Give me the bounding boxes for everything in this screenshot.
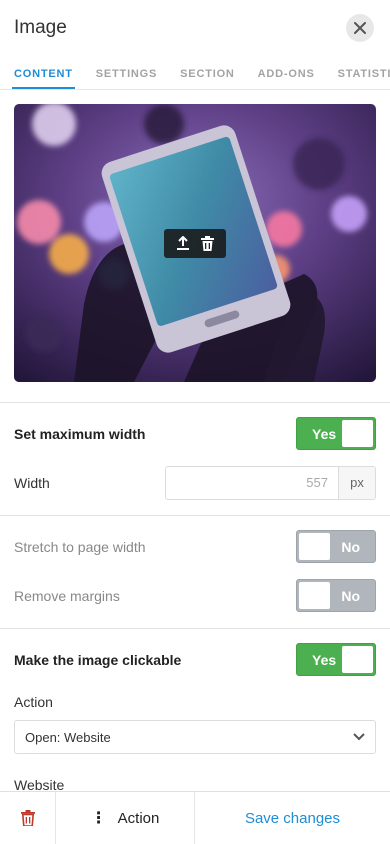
toggle-label: No	[341, 588, 360, 604]
clickable-row: Make the image clickable Yes	[14, 643, 376, 676]
margins-toggle[interactable]: No	[296, 579, 376, 612]
action-select[interactable]: Open: Website	[14, 720, 376, 754]
toggle-label: Yes	[312, 652, 337, 668]
toggle-label: Yes	[312, 426, 337, 442]
save-button[interactable]: Save changes	[195, 792, 390, 844]
upload-icon[interactable]	[176, 236, 190, 251]
toggle-knob	[299, 533, 330, 560]
tab-bar: CONTENT SETTINGS SECTION ADD-ONS STATIST…	[0, 56, 390, 90]
stretch-label: Stretch to page width	[14, 538, 146, 555]
toggle-knob	[342, 420, 373, 447]
max-width-label: Set maximum width	[14, 425, 146, 442]
action-label: Action	[14, 694, 53, 710]
chevron-down-icon	[353, 733, 365, 741]
toggle-knob	[342, 646, 373, 673]
close-button[interactable]	[346, 14, 374, 42]
image-toolbar	[164, 229, 226, 258]
clickable-label: Make the image clickable	[14, 651, 182, 668]
max-width-row: Set maximum width Yes	[14, 417, 376, 450]
tab-section[interactable]: SECTION	[180, 68, 235, 89]
max-width-toggle[interactable]: Yes	[296, 417, 376, 450]
toggle-knob	[299, 582, 330, 609]
width-label: Width	[14, 475, 50, 491]
tab-settings[interactable]: SETTINGS	[96, 68, 157, 89]
divider	[0, 402, 390, 403]
action-select-value: Open: Website	[25, 729, 111, 745]
tab-content[interactable]: CONTENT	[12, 68, 75, 89]
delete-button[interactable]	[0, 792, 56, 844]
clickable-toggle[interactable]: Yes	[296, 643, 376, 676]
width-value[interactable]: 557	[166, 467, 338, 499]
width-unit: px	[338, 467, 375, 499]
action-menu-button[interactable]: ⋮ Action	[56, 792, 195, 844]
header: Image	[0, 0, 390, 56]
margins-label: Remove margins	[14, 587, 120, 604]
action-menu-label: Action	[117, 809, 160, 827]
close-icon	[354, 22, 366, 34]
bottom-bar: ⋮ Action Save changes	[0, 791, 390, 844]
stretch-toggle[interactable]: No	[296, 530, 376, 563]
panel-title: Image	[14, 17, 67, 38]
tab-statistics[interactable]: STATISTICS	[338, 68, 390, 89]
margins-row: Remove margins No	[14, 579, 376, 612]
width-field[interactable]: 557 px	[165, 466, 376, 500]
trash-icon[interactable]	[201, 236, 215, 251]
divider	[0, 628, 390, 629]
divider	[0, 515, 390, 516]
image-preview[interactable]	[14, 104, 376, 382]
toggle-label: No	[341, 539, 360, 555]
tab-add-ons[interactable]: ADD-ONS	[258, 68, 315, 89]
width-row: Width 557 px	[14, 466, 376, 500]
stretch-row: Stretch to page width No	[14, 530, 376, 563]
more-vertical-icon: ⋮	[90, 810, 107, 827]
trash-icon	[20, 810, 35, 826]
